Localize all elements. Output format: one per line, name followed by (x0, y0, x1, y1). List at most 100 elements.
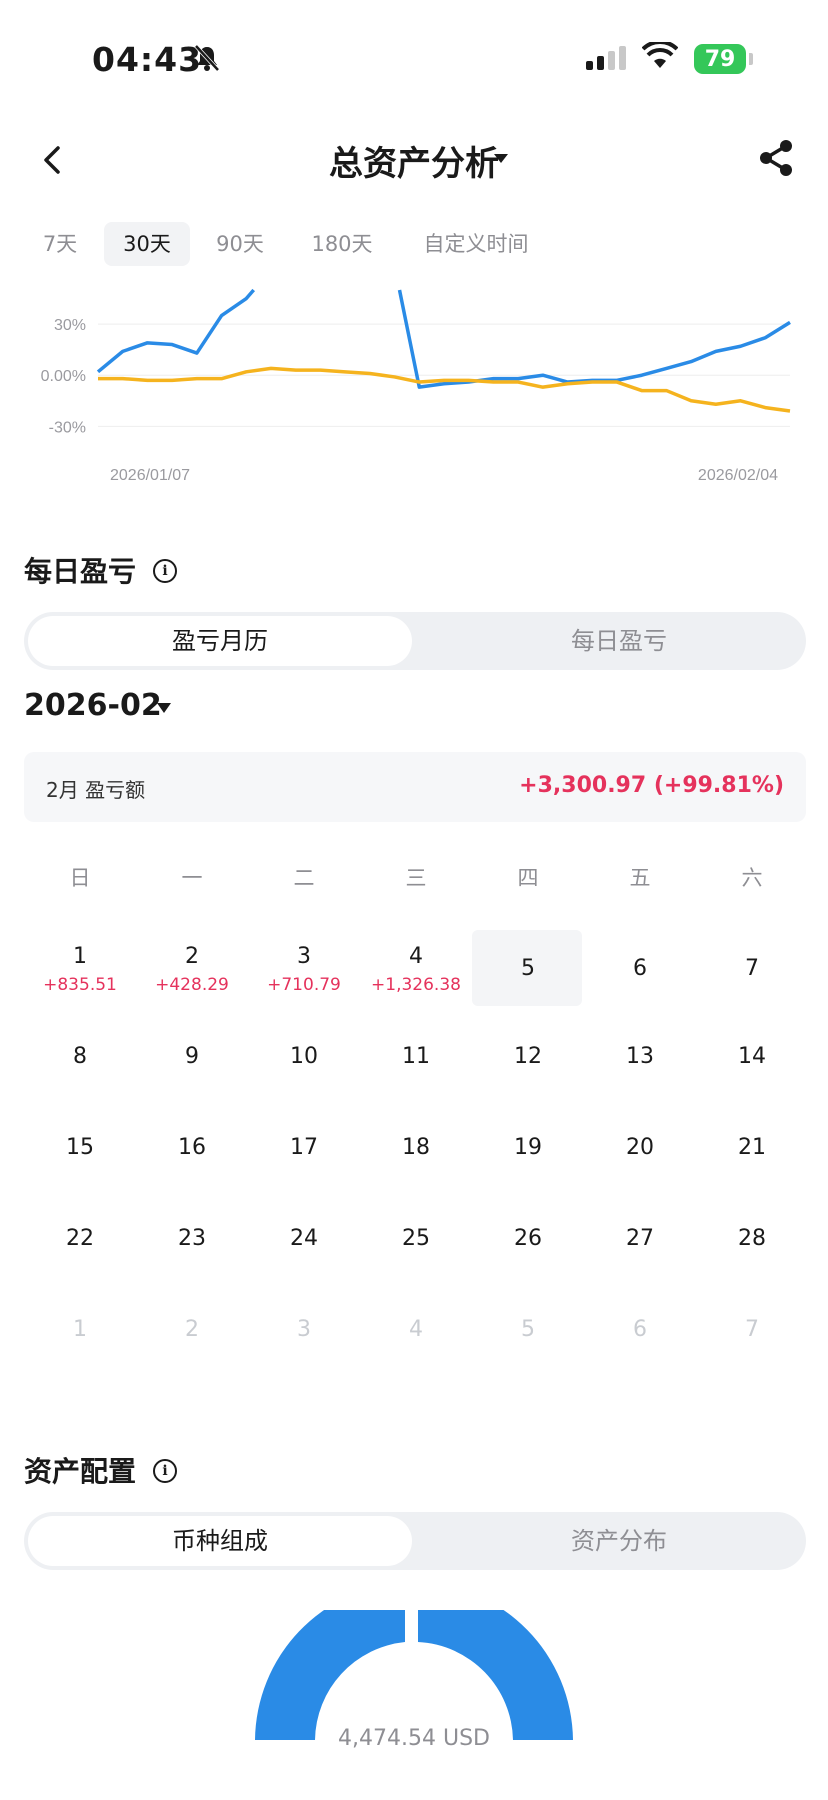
calendar-day-number: 15 (66, 1135, 94, 1160)
calendar-day[interactable]: 12 (472, 1044, 584, 1069)
calendar-day[interactable]: 11 (360, 1044, 472, 1069)
calendar-day-number: 2 (185, 944, 199, 969)
info-icon[interactable]: i (153, 1459, 177, 1483)
calendar-day-number: 12 (514, 1044, 542, 1069)
calendar-day-number: 6 (633, 1317, 647, 1342)
calendar-day[interactable]: 5 (472, 956, 584, 981)
info-icon[interactable]: i (153, 559, 177, 583)
calendar-day[interactable]: 15 (24, 1135, 136, 1160)
tab-asset-distribution[interactable]: 资产分布 (434, 1516, 804, 1566)
calendar-day[interactable]: 6 (584, 956, 696, 981)
calendar-day-number: 20 (626, 1135, 654, 1160)
status-time: 04:43 (92, 40, 203, 79)
calendar-day[interactable]: 18 (360, 1135, 472, 1160)
calendar-day-number: 25 (402, 1226, 430, 1251)
tab-currency-composition[interactable]: 币种组成 (28, 1516, 412, 1566)
calendar-day[interactable]: 22 (24, 1226, 136, 1251)
calendar-day[interactable]: 16 (136, 1135, 248, 1160)
calendar-day-pl: +428.29 (155, 975, 229, 995)
range-tab-90d[interactable]: 90天 (208, 222, 272, 266)
weekday-label: 一 (181, 866, 203, 890)
calendar-day[interactable]: 17 (248, 1135, 360, 1160)
calendar-day[interactable]: 14 (696, 1044, 808, 1069)
calendar-day[interactable]: 1 +835.51 (24, 944, 136, 995)
calendar-day-number: 11 (402, 1044, 430, 1069)
calendar-day-number: 9 (185, 1044, 199, 1069)
calendar-day-next-month[interactable]: 1 (24, 1317, 136, 1342)
month-picker[interactable]: 2026-02 (24, 688, 162, 723)
calendar-day[interactable]: 20 (584, 1135, 696, 1160)
calendar-day[interactable]: 8 (24, 1044, 136, 1069)
month-pl-value: +3,300.97 (+99.81%) (519, 773, 784, 798)
cellular-signal-icon (586, 46, 626, 70)
calendar-day[interactable]: 19 (472, 1135, 584, 1160)
range-tab-30d[interactable]: 30天 (104, 222, 190, 266)
weekday-label: 四 (517, 866, 539, 890)
page-title[interactable]: 总资产分析 (0, 136, 828, 185)
calendar-day-number: 23 (178, 1226, 206, 1251)
title-dropdown-icon[interactable] (494, 154, 508, 163)
tab-pl-calendar[interactable]: 盈亏月历 (28, 616, 412, 666)
calendar-day[interactable]: 27 (584, 1226, 696, 1251)
calendar-day[interactable]: 13 (584, 1044, 696, 1069)
calendar-day-next-month[interactable]: 7 (696, 1317, 808, 1342)
calendar-day-next-month[interactable]: 3 (248, 1317, 360, 1342)
calendar-day-number: 3 (297, 1317, 311, 1342)
calendar-day-pl: +710.79 (267, 975, 341, 995)
x-axis-end-label: 2026/02/04 (698, 467, 778, 484)
calendar-day-number: 18 (402, 1135, 430, 1160)
calendar-day-next-month[interactable]: 2 (136, 1317, 248, 1342)
calendar-day[interactable]: 26 (472, 1226, 584, 1251)
allocation-segmented-control: 币种组成 资产分布 (24, 1512, 806, 1570)
calendar-day-number: 10 (290, 1044, 318, 1069)
calendar-day-number: 21 (738, 1135, 766, 1160)
calendar-day-next-month[interactable]: 6 (584, 1317, 696, 1342)
series-line-blue (397, 289, 791, 389)
calendar-day[interactable]: 24 (248, 1226, 360, 1251)
tab-daily-pl[interactable]: 每日盈亏 (434, 616, 804, 666)
calendar-day-number: 6 (633, 956, 647, 981)
calendar-day[interactable]: 7 (696, 956, 808, 981)
calendar-day-number: 19 (514, 1135, 542, 1160)
calendar-day-number: 1 (73, 1317, 87, 1342)
range-tab-180d[interactable]: 180天 (302, 222, 382, 266)
share-icon[interactable] (756, 138, 796, 178)
calendar-day-number: 13 (626, 1044, 654, 1069)
allocation-title: 资产配置 (24, 1455, 137, 1488)
calendar-day[interactable]: 28 (696, 1226, 808, 1251)
battery-icon: 79 (694, 44, 746, 74)
weekday-label: 六 (741, 866, 763, 890)
asset-trend-chart: 30% 0.00% -30% 2026/01/07 2026/02/04 (41, 288, 791, 484)
calendar-day-number: 28 (738, 1226, 766, 1251)
allocation-total-label: 4,474.54 USD (338, 1726, 490, 1751)
calendar-day-number: 7 (745, 956, 759, 981)
calendar-day-next-month[interactable]: 5 (472, 1317, 584, 1342)
calendar-day-number: 5 (521, 1317, 535, 1342)
calendar-day[interactable]: 23 (136, 1226, 248, 1251)
month-pl-summary: 2月 盈亏额 +3,300.97 (+99.81%) (24, 752, 806, 822)
calendar-day-number: 2 (185, 1317, 199, 1342)
calendar-day[interactable]: 21 (696, 1135, 808, 1160)
y-tick-label: 0.00% (41, 368, 86, 385)
calendar-day[interactable]: 4 +1,326.38 (360, 944, 472, 995)
calendar-day[interactable]: 25 (360, 1226, 472, 1251)
calendar-day-pl: +835.51 (43, 975, 117, 995)
range-tab-custom[interactable]: 自定义时间 (412, 222, 540, 266)
calendar-day-number: 27 (626, 1226, 654, 1251)
calendar-day-number: 24 (290, 1226, 318, 1251)
calendar-day[interactable]: 9 (136, 1044, 248, 1069)
calendar-day[interactable]: 10 (248, 1044, 360, 1069)
calendar-day-number: 16 (178, 1135, 206, 1160)
y-tick-label: 30% (54, 317, 86, 334)
month-dropdown-icon[interactable] (157, 703, 171, 713)
calendar-day[interactable]: 3 +710.79 (248, 944, 360, 995)
calendar-day[interactable]: 2 +428.29 (136, 944, 248, 995)
allocation-donut-chart[interactable] (240, 1610, 588, 1740)
y-tick-label: -30% (49, 419, 86, 436)
wifi-icon (642, 42, 678, 68)
calendar-day-pl: +1,326.38 (371, 975, 461, 995)
weekday-label: 日 (69, 866, 91, 890)
series-line-blue (96, 288, 256, 374)
calendar-day-next-month[interactable]: 4 (360, 1317, 472, 1342)
range-tab-7d[interactable]: 7天 (34, 222, 86, 266)
